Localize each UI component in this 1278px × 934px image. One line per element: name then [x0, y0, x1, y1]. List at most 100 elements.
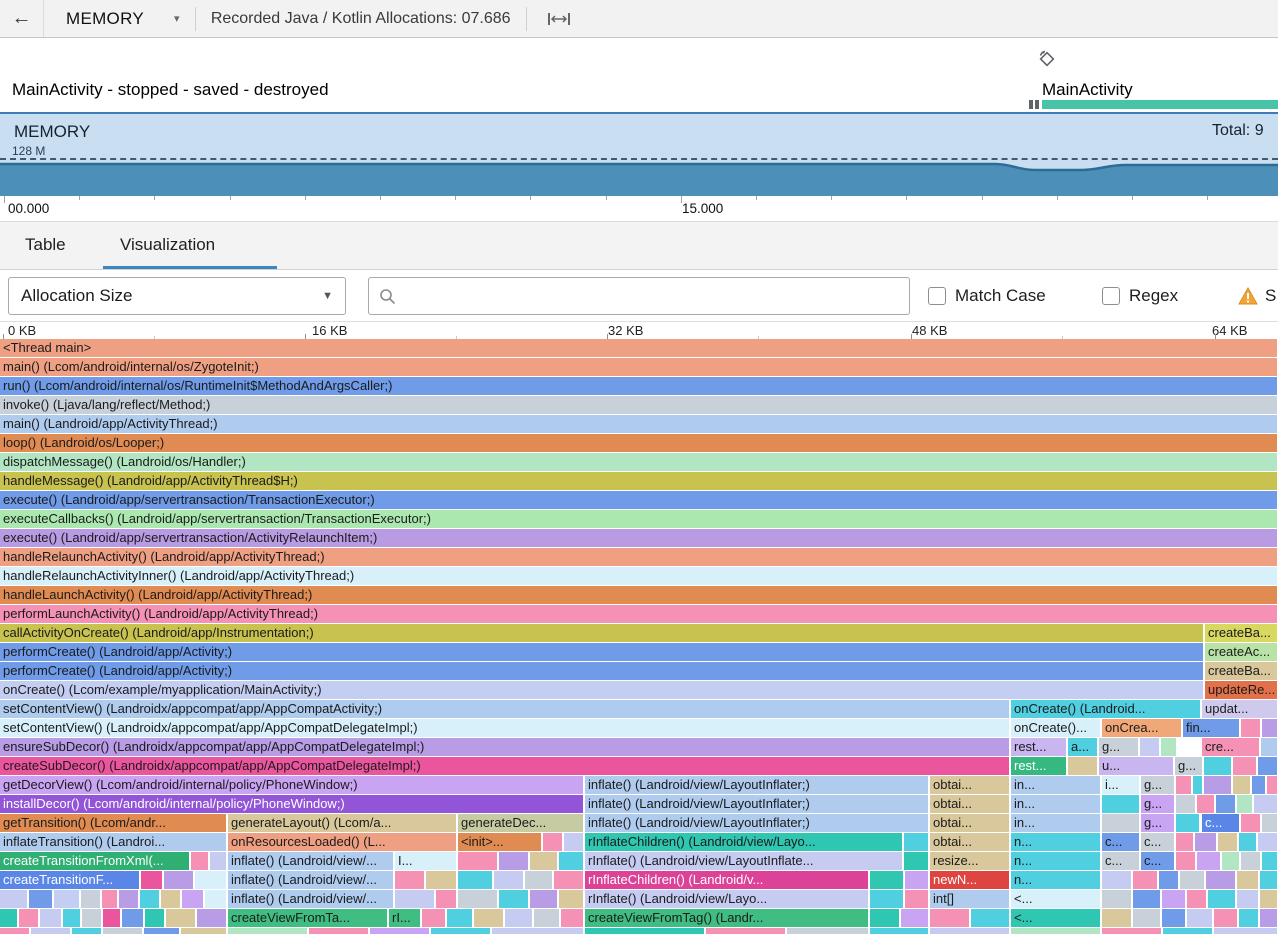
flame-fragment[interactable] [422, 909, 446, 927]
flame-segment[interactable]: inflateTransition() (Landroi... [0, 833, 227, 851]
flame-segment[interactable]: generateLayout() (Lcom/a... [228, 814, 457, 832]
flame-fragment[interactable] [530, 890, 558, 908]
flame-fragment[interactable] [210, 852, 227, 870]
zoom-to-fit-button[interactable] [542, 5, 576, 33]
flame-fragment[interactable] [164, 871, 194, 889]
flame-segment[interactable]: createAc... [1205, 643, 1278, 661]
flame-segment[interactable]: fin... [1183, 719, 1240, 737]
search-input[interactable] [404, 286, 899, 306]
flame-segment[interactable]: in... [1011, 776, 1101, 794]
flame-segment[interactable]: executeCallbacks() (Landroid/app/servert… [0, 510, 1278, 528]
memory-area-chart[interactable] [0, 114, 1278, 196]
match-case-label[interactable]: Match Case [955, 286, 1046, 306]
flame-fragment[interactable] [1267, 776, 1278, 794]
flame-fragment[interactable] [119, 890, 139, 908]
flame-fragment[interactable] [561, 909, 584, 927]
flame-segment[interactable]: newN... [930, 871, 1010, 889]
activity-artifact-label[interactable]: MainActivity [1042, 80, 1133, 100]
flame-segment[interactable]: inflate() (Landroid/view/LayoutInflater;… [585, 776, 929, 794]
flame-segment[interactable]: onCreate() (Lcom/example/myapplication/M… [0, 681, 1204, 699]
flame-segment[interactable]: onCrea... [1102, 719, 1182, 737]
flame-fragment[interactable] [1176, 852, 1196, 870]
flame-segment[interactable]: getDecorView() (Lcom/android/internal/po… [0, 776, 584, 794]
flame-segment[interactable]: g... [1175, 757, 1203, 775]
flame-fragment[interactable] [870, 871, 904, 889]
flame-fragment[interactable] [1216, 795, 1236, 813]
flame-segment[interactable]: in... [1011, 795, 1101, 813]
flame-fragment[interactable] [930, 909, 970, 927]
flame-fragment[interactable] [1176, 795, 1196, 813]
flame-fragment[interactable] [102, 890, 118, 908]
flame-fragment[interactable] [1262, 852, 1278, 870]
flame-fragment[interactable] [1222, 852, 1240, 870]
flame-segment[interactable]: in... [1011, 814, 1101, 832]
flame-fragment[interactable] [72, 928, 102, 934]
flame-fragment[interactable] [1102, 814, 1140, 832]
flame-fragment[interactable] [1140, 738, 1160, 756]
flame-segment[interactable]: c... [1102, 852, 1140, 870]
flame-fragment[interactable] [930, 928, 1010, 934]
flame-segment[interactable]: rI... [389, 909, 421, 927]
flame-segment[interactable]: handleMessage() (Landroid/app/ActivityTh… [0, 472, 1278, 490]
flame-segment[interactable]: inflate() (Landroid/view/... [228, 852, 394, 870]
flame-segment[interactable]: execute() (Landroid/app/servertransactio… [0, 529, 1278, 547]
flame-fragment[interactable] [1068, 757, 1098, 775]
allocation-mode-dropdown[interactable]: Allocation Size ▼ [8, 277, 346, 315]
flame-segment[interactable]: g... [1099, 738, 1139, 756]
flame-segment[interactable]: performLaunchActivity() (Landroid/app/Ac… [0, 605, 1278, 623]
flame-fragment[interactable] [1162, 909, 1186, 927]
flame-segment[interactable]: n... [1011, 833, 1101, 851]
flame-segment[interactable]: u... [1099, 757, 1174, 775]
flame-fragment[interactable] [494, 871, 524, 889]
flame-fragment[interactable] [904, 833, 929, 851]
flame-fragment[interactable] [499, 890, 529, 908]
flame-segment[interactable]: <Thread main> [0, 339, 1278, 357]
flame-segment[interactable]: createViewFromTa... [228, 909, 388, 927]
flame-segment[interactable]: rInflateChildren() (Landroid/v... [585, 871, 869, 889]
flame-segment[interactable]: <init>... [458, 833, 542, 851]
flame-fragment[interactable] [1262, 719, 1278, 737]
flame-segment[interactable]: loop() (Landroid/os/Looper;) [0, 434, 1278, 452]
flame-fragment[interactable] [505, 909, 533, 927]
flame-fragment[interactable] [1163, 928, 1213, 934]
flame-fragment[interactable] [1206, 871, 1236, 889]
flame-fragment[interactable] [1258, 833, 1278, 851]
flame-fragment[interactable] [0, 928, 30, 934]
flame-segment[interactable]: createBa... [1205, 662, 1278, 680]
flame-fragment[interactable] [1176, 814, 1200, 832]
flame-fragment[interactable] [971, 909, 1010, 927]
flame-fragment[interactable] [458, 890, 498, 908]
flame-segment[interactable]: onCreate()... [1011, 719, 1101, 737]
flame-segment[interactable]: performCreate() (Landroid/app/Activity;) [0, 643, 1204, 661]
flame-fragment[interactable] [431, 928, 491, 934]
flame-segment[interactable]: g... [1141, 776, 1175, 794]
flame-segment[interactable]: inflate() (Landroid/view/... [228, 890, 394, 908]
flame-fragment[interactable] [1260, 890, 1278, 908]
flame-fragment[interactable] [1262, 814, 1278, 832]
flame-fragment[interactable] [1241, 814, 1261, 832]
flame-fragment[interactable] [1237, 890, 1259, 908]
flame-fragment[interactable] [166, 909, 196, 927]
flame-fragment[interactable] [1254, 795, 1278, 813]
flame-fragment[interactable] [1258, 757, 1278, 775]
flame-segment[interactable]: createViewFromTag() (Landr... [585, 909, 869, 927]
flame-segment[interactable]: inflate() (Landroid/view/... [228, 871, 394, 889]
flame-fragment[interactable] [559, 852, 584, 870]
flame-fragment[interactable] [1195, 833, 1217, 851]
flame-fragment[interactable] [19, 909, 39, 927]
flame-segment[interactable]: onResourcesLoaded() (L... [228, 833, 457, 851]
flame-fragment[interactable] [40, 909, 62, 927]
flame-fragment[interactable] [1260, 909, 1278, 927]
flame-fragment[interactable] [1102, 890, 1132, 908]
flame-segment[interactable]: obtai... [930, 776, 1010, 794]
flame-fragment[interactable] [870, 928, 929, 934]
flame-fragment[interactable] [554, 871, 584, 889]
flame-fragment[interactable] [309, 928, 369, 934]
flame-fragment[interactable] [559, 890, 584, 908]
flame-fragment[interactable] [1233, 757, 1257, 775]
flame-segment[interactable]: createTransitionF... [0, 871, 140, 889]
flame-fragment[interactable] [901, 909, 929, 927]
flame-fragment[interactable] [1233, 776, 1251, 794]
flame-segment[interactable]: inflate() (Landroid/view/LayoutInflater;… [585, 814, 929, 832]
flame-segment[interactable]: n... [1011, 852, 1101, 870]
